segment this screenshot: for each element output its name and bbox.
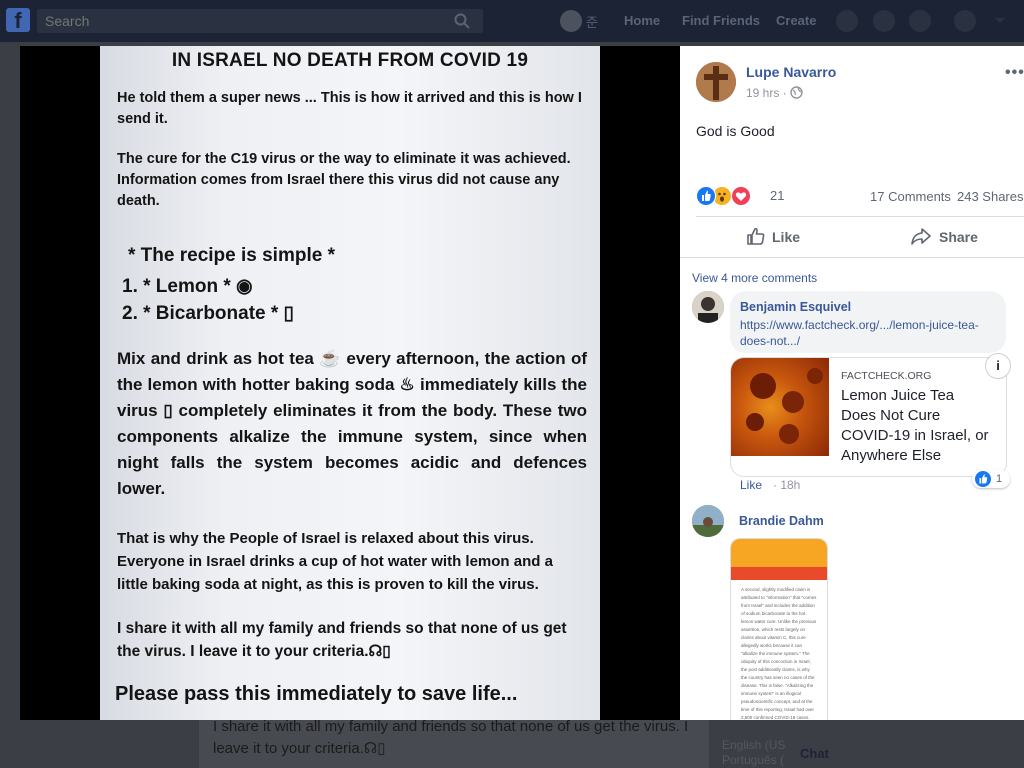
thumbs-up-icon — [747, 227, 765, 245]
reaction-count[interactable]: 21 — [770, 188, 784, 203]
screenshot-banner — [731, 567, 827, 580]
search-icon[interactable] — [453, 12, 471, 30]
chevron-down-icon[interactable] — [994, 16, 1006, 26]
like-reaction-icon — [696, 186, 716, 206]
search-box[interactable] — [37, 9, 483, 33]
nav-home[interactable]: Home — [624, 13, 660, 28]
author-avatar[interactable] — [696, 62, 736, 102]
like-button[interactable]: Like — [746, 226, 856, 248]
share-button-label: Share — [939, 229, 978, 245]
photo-recipe-item-2: 2. * Bicarbonate * ▯ — [122, 303, 295, 324]
photo-paragraph-5: I share it with all my family and friend… — [117, 620, 567, 660]
comments-count[interactable]: 17 Comments — [870, 189, 951, 204]
messenger-icon[interactable] — [873, 10, 895, 32]
view-more-comments-link[interactable]: View 4 more comments — [692, 271, 817, 285]
photo-recipe-heading: * The recipe is simple * — [128, 245, 335, 266]
link-preview-card[interactable]: FACTCHECK.ORG Lemon Juice Tea Does Not C… — [730, 357, 1007, 477]
photo-closing: Please pass this immediately to save lif… — [115, 683, 518, 705]
comment-like-button[interactable]: Like — [740, 478, 762, 492]
notifications-icon[interactable] — [909, 10, 931, 32]
photo-paragraph-3: Mix and drink as hot tea ☕ every afterno… — [117, 349, 587, 498]
link-preview-site: FACTCHECK.ORG — [841, 370, 932, 382]
facebook-logo-icon[interactable]: f — [6, 8, 30, 33]
like-button-label: Like — [772, 229, 801, 245]
like-reaction-icon — [974, 470, 992, 488]
profile-name[interactable]: 준 — [586, 12, 598, 31]
language-english[interactable]: English (US — [722, 738, 785, 753]
comment-timestamp[interactable]: · 18h — [773, 478, 800, 492]
commenter-name[interactable]: Benjamin Esquivel — [740, 300, 851, 314]
profile-avatar[interactable] — [560, 10, 582, 32]
top-navigation-bar: f 준 Home Find Friends Create — [0, 0, 1024, 42]
author-name[interactable]: Lupe Navarro — [746, 64, 836, 80]
language-links: English (US Português ( — [722, 738, 785, 768]
share-arrow-icon — [911, 228, 931, 245]
post-timestamp[interactable]: 19 hrs · — [746, 86, 787, 100]
comment-screenshot-image[interactable]: A second, slightly modified claim is att… — [730, 538, 828, 720]
nav-create[interactable]: Create — [776, 13, 816, 28]
commenter-avatar[interactable] — [692, 505, 724, 537]
photo-viewer: IN ISRAEL NO DEATH FROM COVID 19 He told… — [20, 46, 680, 720]
chat-label[interactable]: Chat — [800, 746, 829, 761]
divider — [680, 257, 1024, 258]
photo-title: IN ISRAEL NO DEATH FROM COVID 19 — [171, 50, 529, 71]
shares-count[interactable]: 243 Shares — [957, 189, 1024, 204]
language-portuguese[interactable]: Português ( — [722, 753, 785, 768]
post-text: God is Good — [696, 123, 775, 139]
link-preview-title[interactable]: Lemon Juice Tea Does Not Cure COVID-19 i… — [841, 386, 991, 466]
love-reaction-icon — [731, 186, 751, 206]
nav-find-friends[interactable]: Find Friends — [682, 13, 760, 28]
comment-bubble: Benjamin Esquivel https://www.factcheck.… — [730, 291, 1006, 353]
commenter-avatar[interactable] — [692, 291, 724, 323]
commenter-name[interactable]: Brandie Dahm — [739, 514, 824, 528]
photo-paragraph-2: The cure for the C19 virus or the way to… — [117, 151, 571, 209]
comment-link[interactable]: https://www.factcheck.org/.../lemon-juic… — [740, 317, 990, 349]
globe-icon — [790, 86, 803, 99]
photo-recipe-item-1: 1. * Lemon * ◉ — [122, 276, 253, 297]
comment-reactions[interactable]: 1 — [972, 470, 1010, 488]
photo-paragraph-1: He told them a super news ... This is ho… — [117, 90, 582, 127]
more-options-icon[interactable]: ••• — [1005, 64, 1024, 82]
link-preview-image — [731, 358, 829, 456]
info-icon[interactable]: i — [985, 353, 1011, 379]
photo-paragraph-4: That is why the People of Israel is rela… — [117, 530, 553, 593]
comment-reaction-count: 1 — [996, 473, 1003, 485]
search-input[interactable] — [45, 9, 445, 33]
background-post-text: I share it with all my family and friend… — [213, 718, 689, 757]
friend-requests-icon[interactable] — [836, 10, 858, 32]
post-side-panel: Lupe Navarro 19 hrs · ••• God is Good 21… — [680, 46, 1024, 720]
screenshot-text: A second, slightly modified claim is att… — [741, 587, 817, 720]
chat-bar[interactable]: English (US Português ( Chat — [710, 728, 1024, 768]
post-photo[interactable]: IN ISRAEL NO DEATH FROM COVID 19 He told… — [100, 46, 600, 720]
help-icon[interactable] — [954, 10, 976, 32]
screenshot-header — [731, 539, 827, 567]
share-button[interactable]: Share — [910, 226, 1020, 248]
divider — [696, 216, 1024, 217]
